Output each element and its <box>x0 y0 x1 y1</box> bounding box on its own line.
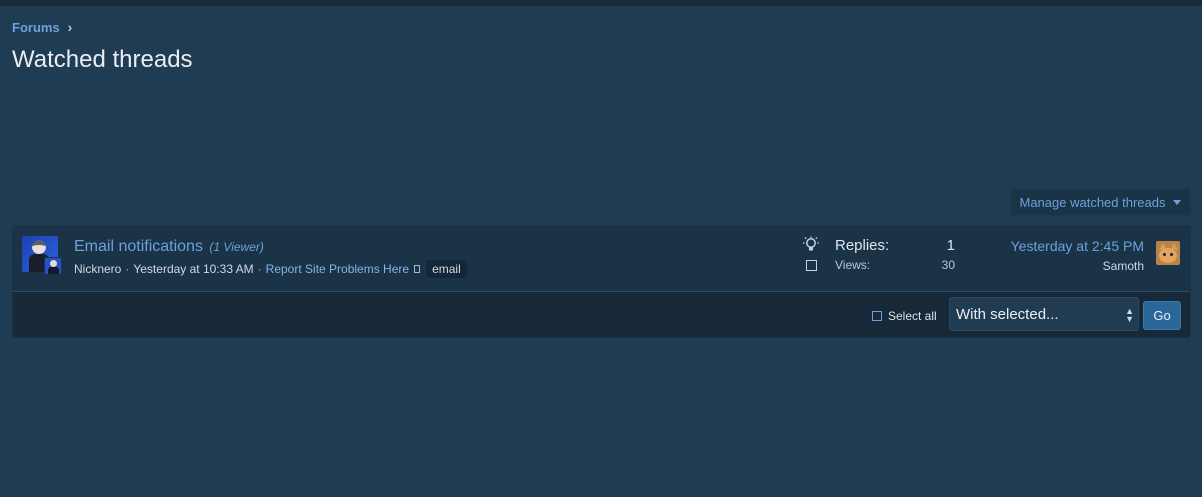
lightbulb-icon <box>803 236 819 251</box>
with-selected-value: With selected... <box>956 305 1059 323</box>
manage-watched-threads-button[interactable]: Manage watched threads <box>1010 188 1191 216</box>
select-all-label: Select all <box>888 309 937 323</box>
views-label: Views: <box>835 258 871 272</box>
latest-poster-avatar[interactable] <box>1156 241 1180 265</box>
thread-tag[interactable]: email <box>426 260 467 278</box>
latest-post-time[interactable]: Yesterday at 2:45 PM <box>1011 238 1144 254</box>
latest-post: Yesterday at 2:45 PM Samoth <box>1011 238 1144 273</box>
top-bar <box>0 0 1202 6</box>
latest-post-user[interactable]: Samoth <box>1011 259 1144 273</box>
thread-meta: Nicknero · Yesterday at 10:33 AM · Repor… <box>74 260 467 278</box>
replies-count: 1 <box>946 237 955 254</box>
thread-title-line: Email notifications (1 Viewer) <box>74 238 264 256</box>
thread-list: Email notifications (1 Viewer) Nicknero … <box>12 225 1191 338</box>
missing-glyph-icon <box>414 265 421 273</box>
page-title: Watched threads <box>12 46 193 73</box>
caret-down-icon <box>1173 199 1182 205</box>
thread-forum-link[interactable]: Report Site Problems Here <box>266 262 409 276</box>
replies-line: Replies: 1 <box>835 237 955 254</box>
meta-separator: · <box>257 262 262 276</box>
breadcrumb-forums-link[interactable]: Forums <box>12 20 60 35</box>
cat-eye-left <box>1163 253 1166 256</box>
viewer-count: (1 Viewer) <box>209 240 264 254</box>
select-all-control[interactable]: Select all <box>872 309 937 323</box>
cat-face <box>1159 248 1177 263</box>
manage-label: Manage watched threads <box>1019 194 1166 210</box>
checkbox-icon[interactable] <box>806 260 817 271</box>
meta-separator: · <box>125 262 130 276</box>
views-line: Views: 30 <box>835 258 955 272</box>
with-selected-select[interactable]: With selected... ▲ ▼ <box>949 297 1139 331</box>
chevron-right-icon: › <box>67 19 73 35</box>
thread-author[interactable]: Nicknero <box>74 262 121 276</box>
thread-stats: Replies: 1 Views: 30 <box>835 237 955 272</box>
bulk-actions-footer: Select all With selected... ▲ ▼ Go <box>13 292 1190 337</box>
views-count: 30 <box>941 258 955 272</box>
select-all-checkbox[interactable] <box>872 311 882 321</box>
last-poster-mini-avatar[interactable] <box>44 257 62 275</box>
mini-avatar-head <box>50 260 57 267</box>
thread-date[interactable]: Yesterday at 10:33 AM <box>133 262 253 276</box>
thread-row: Email notifications (1 Viewer) Nicknero … <box>13 226 1190 292</box>
cat-eye-right <box>1170 253 1173 256</box>
thread-title-link[interactable]: Email notifications <box>74 238 203 255</box>
mini-avatar-body <box>48 267 59 274</box>
breadcrumb: Forums › <box>12 19 72 35</box>
select-arrows-icon: ▲ ▼ <box>1125 306 1134 324</box>
avatar-head <box>32 240 46 254</box>
replies-label: Replies: <box>835 237 890 254</box>
go-button[interactable]: Go <box>1143 301 1181 330</box>
